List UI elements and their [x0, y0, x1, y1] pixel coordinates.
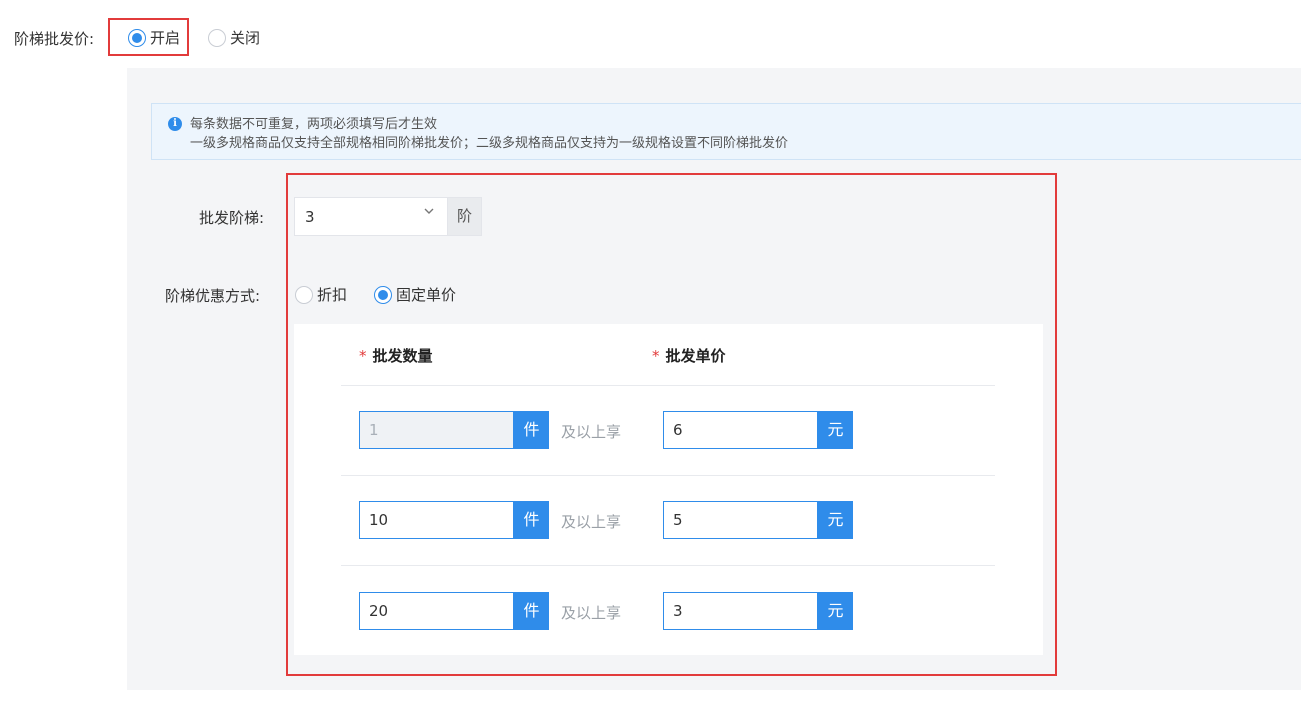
tier-suffix: 阶	[447, 197, 482, 236]
tier-select[interactable]	[294, 197, 447, 236]
radio-checked-icon	[128, 28, 146, 47]
radio-discount-label: 折扣	[317, 286, 348, 304]
radio-discount[interactable]: 折扣	[295, 284, 347, 305]
column-header-quantity-text: 批发数量	[372, 347, 433, 365]
radio-close-label: 关闭	[230, 29, 261, 47]
info-icon: i	[168, 117, 182, 131]
column-header-price-text: 批发单价	[665, 347, 726, 365]
quantity-unit-1: 件	[514, 411, 549, 449]
row-divider	[341, 385, 995, 386]
price-unit-3: 元	[818, 592, 853, 630]
required-mark: *	[652, 347, 660, 365]
wholesale-price-label: 阶梯批发价:	[14, 30, 95, 48]
radio-unchecked-icon	[208, 28, 226, 47]
enjoy-text-1: 及以上享	[561, 423, 622, 441]
quantity-unit-3: 件	[514, 592, 549, 630]
radio-open-label: 开启	[150, 29, 181, 47]
column-header-quantity: * 批发数量	[359, 345, 433, 366]
price-unit-1: 元	[818, 411, 853, 449]
price-unit-2: 元	[818, 501, 853, 539]
price-input-2[interactable]: 5	[663, 501, 818, 539]
radio-unchecked-icon	[295, 285, 313, 304]
quantity-input-3[interactable]: 20	[359, 592, 514, 630]
quantity-input-2[interactable]: 10	[359, 501, 514, 539]
price-input-3[interactable]: 3	[663, 592, 818, 630]
enjoy-text-2: 及以上享	[561, 513, 622, 531]
quantity-input-1: 1	[359, 411, 514, 449]
column-header-price: * 批发单价	[652, 345, 726, 366]
tier-select-value: 3	[305, 208, 315, 226]
notice-line-1: 每条数据不可重复，两项必须填写后才生效	[190, 117, 438, 132]
enjoy-text-3: 及以上享	[561, 604, 622, 622]
price-input-1[interactable]: 6	[663, 411, 818, 449]
row-divider	[341, 565, 995, 566]
discount-mode-label: 阶梯优惠方式:	[165, 287, 261, 305]
radio-open[interactable]: 开启	[128, 27, 180, 48]
chevron-down-icon	[424, 208, 434, 214]
quantity-unit-2: 件	[514, 501, 549, 539]
radio-fixed-price-label: 固定单价	[396, 286, 457, 304]
tier-label: 批发阶梯:	[199, 209, 265, 227]
radio-close[interactable]: 关闭	[208, 27, 260, 48]
required-mark: *	[359, 347, 367, 365]
notice-line-2: 一级多规格商品仅支持全部规格相同阶梯批发价；二级多规格商品仅支持为一级规格设置不…	[190, 136, 789, 151]
row-divider	[341, 475, 995, 476]
radio-checked-icon	[374, 285, 392, 304]
radio-fixed-price[interactable]: 固定单价	[374, 284, 456, 305]
